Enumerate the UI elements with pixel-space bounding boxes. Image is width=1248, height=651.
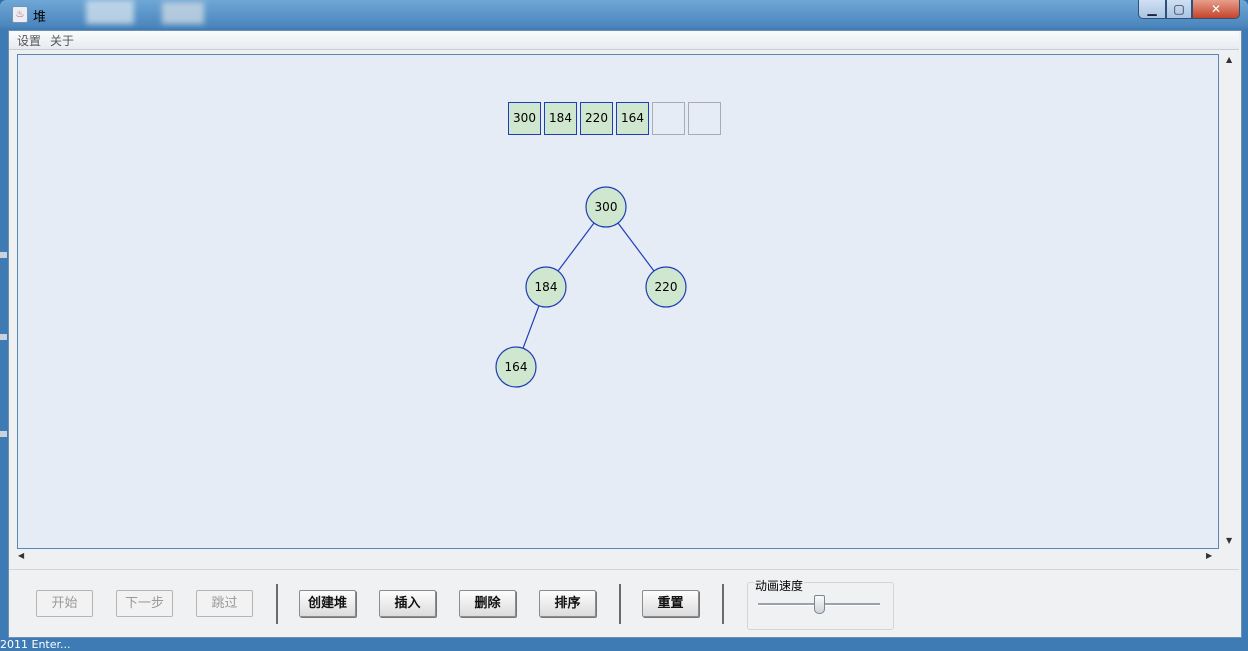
scroll-up-icon[interactable]: ▲ <box>1226 55 1232 64</box>
scroll-down-icon[interactable]: ▼ <box>1226 536 1232 545</box>
maximize-button[interactable]: ▢ <box>1166 0 1192 19</box>
control-toolbar: 开始 下一步 跳过 创建堆 插入 删除 排序 重置 动画速度 <box>9 569 1239 637</box>
tree-node-label: 300 <box>595 200 618 214</box>
tree-node-label: 184 <box>535 280 558 294</box>
java-app-icon: ♨ <box>12 6 28 23</box>
menu-bar: 设置 关于 <box>9 31 1239 50</box>
horizontal-scrollbar[interactable]: ◀ ▶ <box>17 550 1219 562</box>
close-button[interactable]: ✕ <box>1192 0 1240 19</box>
blurred-thumbnail <box>162 2 204 24</box>
menu-about[interactable]: 关于 <box>50 32 74 49</box>
toolbar-separator <box>276 584 278 624</box>
scroll-left-icon[interactable]: ◀ <box>18 551 24 560</box>
tree-edge <box>522 305 540 349</box>
tree-node-label: 164 <box>505 360 528 374</box>
tree-edge <box>557 222 595 272</box>
app-window: ♨ 堆 ▁ ▢ ✕ 设置 关于 300 184 220 164 300 184 220 16… <box>0 0 1248 651</box>
tree-edge <box>617 222 655 272</box>
desktop-edge <box>0 334 7 340</box>
tree-node-label: 220 <box>655 280 678 294</box>
reset-button[interactable]: 重置 <box>642 590 699 617</box>
taskbar-label: 2011 Enter... <box>0 638 71 651</box>
next-step-button[interactable]: 下一步 <box>116 590 173 617</box>
delete-button[interactable]: 删除 <box>459 590 516 617</box>
animation-speed-group: 动画速度 <box>747 577 894 630</box>
create-heap-button[interactable]: 创建堆 <box>299 590 356 617</box>
animation-speed-label: 动画速度 <box>754 577 805 594</box>
client-area: 设置 关于 300 184 220 164 300 184 220 164 ▲ ▼ ◀ ▶ … <box>8 30 1242 638</box>
desktop-edge <box>0 252 7 258</box>
start-button[interactable]: 开始 <box>36 590 93 617</box>
vertical-scrollbar[interactable]: ▲ ▼ <box>1223 54 1236 547</box>
scroll-pane: 300 184 220 164 300 184 220 164 ▲ ▼ ◀ ▶ <box>14 52 1238 565</box>
sort-button[interactable]: 排序 <box>539 590 596 617</box>
blurred-thumbnail <box>86 0 134 24</box>
toolbar-separator <box>722 584 724 624</box>
scroll-right-icon[interactable]: ▶ <box>1206 551 1212 560</box>
insert-button[interactable]: 插入 <box>379 590 436 617</box>
heap-tree: 300 184 220 164 <box>495 186 687 388</box>
slider-thumb[interactable] <box>814 595 825 614</box>
heap-canvas: 300 184 220 164 300 184 220 164 <box>17 54 1219 549</box>
desktop-edge <box>0 431 7 437</box>
skip-button[interactable]: 跳过 <box>196 590 253 617</box>
menu-settings[interactable]: 设置 <box>17 32 41 49</box>
toolbar-separator <box>619 584 621 624</box>
window-title: 堆 <box>33 10 47 25</box>
minimize-button[interactable]: ▁ <box>1138 0 1166 19</box>
title-bar[interactable]: ♨ 堆 ▁ ▢ ✕ <box>0 0 1248 28</box>
